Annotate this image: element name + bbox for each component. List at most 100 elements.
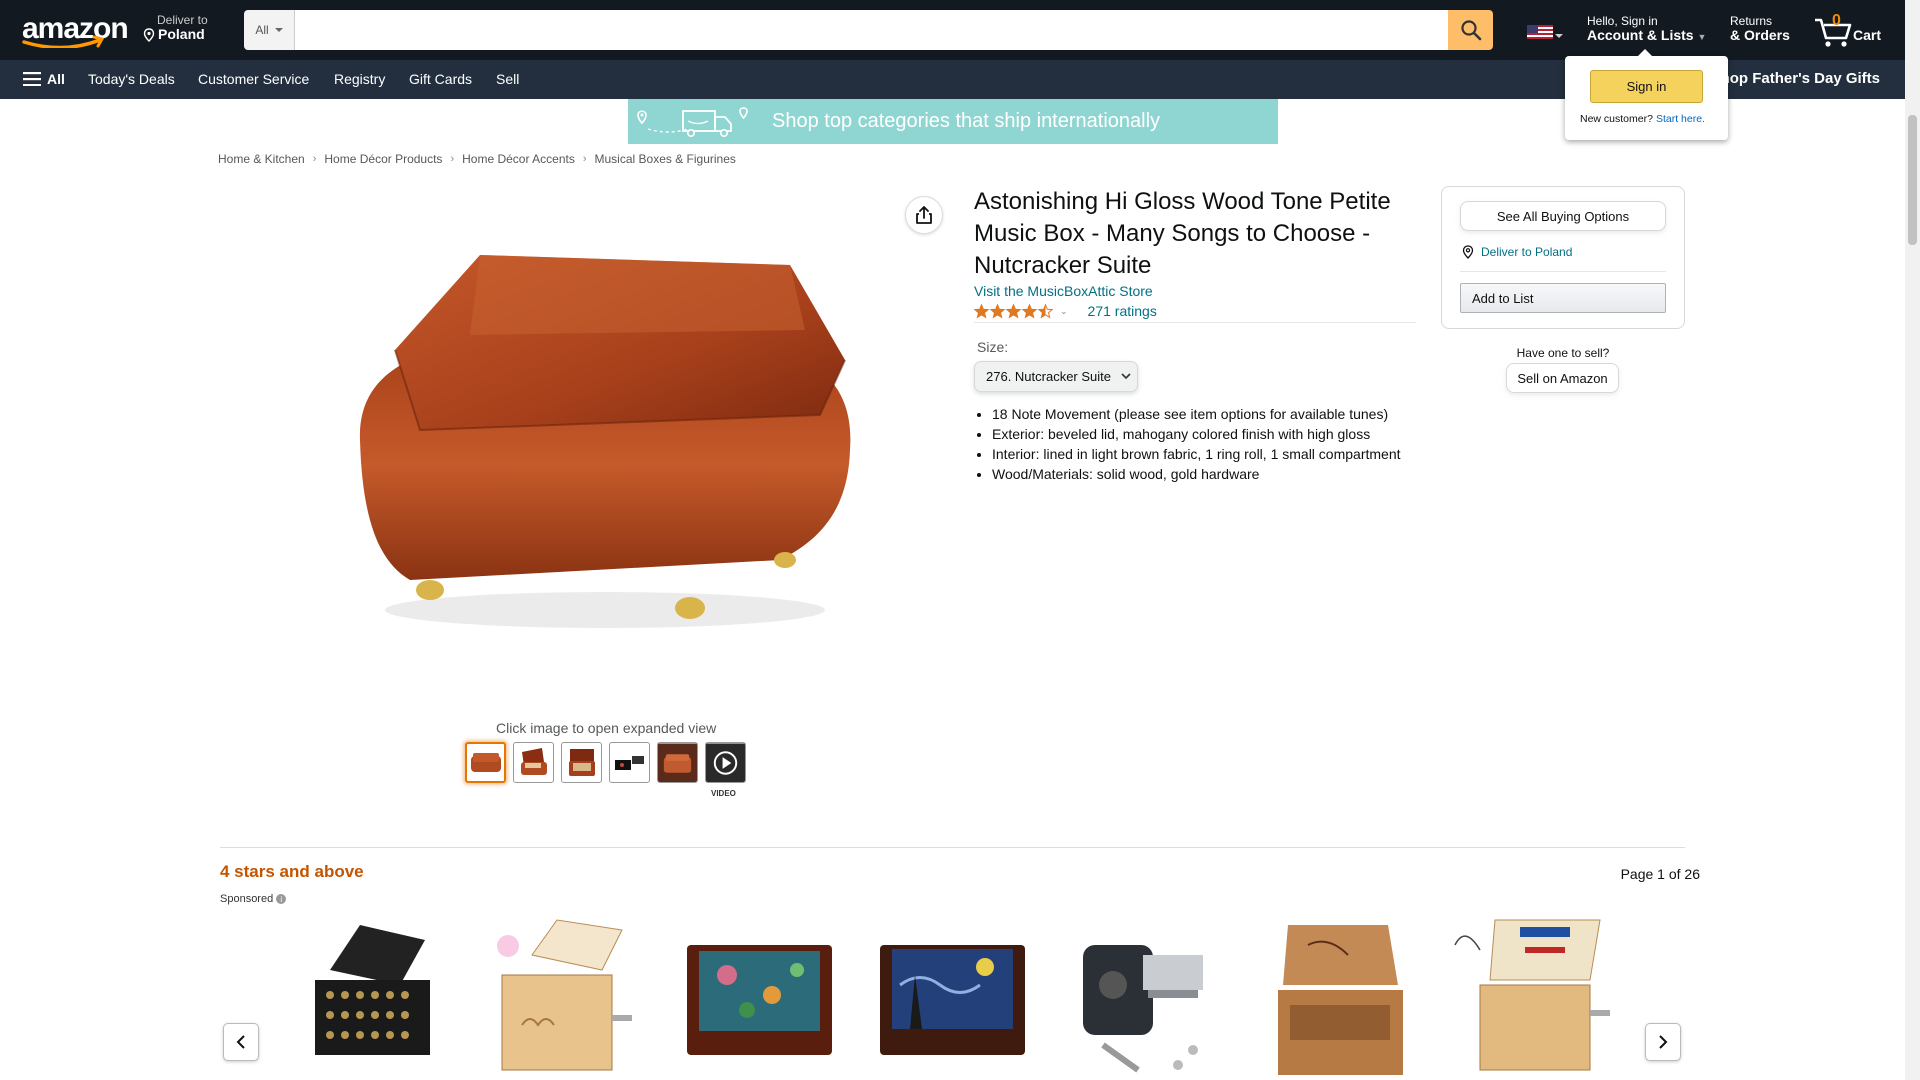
- carousel-next-button[interactable]: [1645, 1023, 1681, 1061]
- share-button[interactable]: [905, 196, 943, 234]
- cart-count: 0: [1832, 12, 1841, 29]
- thumbnail-2[interactable]: [513, 742, 554, 783]
- top-nav: amazon Deliver to Poland All Hello, Sign…: [0, 0, 1905, 60]
- delivery-truck-icon: [637, 107, 748, 137]
- deliver-country: Poland: [158, 26, 205, 43]
- add-to-list-button[interactable]: Add to List: [1460, 283, 1666, 313]
- carousel-prev-button[interactable]: [223, 1023, 259, 1061]
- signin-button[interactable]: Sign in: [1590, 70, 1703, 103]
- deliver-to-link[interactable]: Deliver to Poland: [1462, 245, 1572, 259]
- chevron-down-icon: ▼: [1697, 32, 1707, 43]
- orders-label: & Orders: [1730, 27, 1790, 44]
- chevron-right-icon: [1659, 1035, 1668, 1049]
- search-department-select[interactable]: All: [244, 10, 295, 50]
- thumbnail-video[interactable]: [705, 742, 746, 783]
- thumbnail-3[interactable]: [561, 742, 602, 783]
- carousel-item-wife-music-box[interactable]: [482, 915, 647, 1080]
- chevron-down-icon: [1121, 373, 1131, 380]
- deliver-to-text: Deliver to Poland: [1481, 245, 1573, 259]
- search-submit-button[interactable]: [1448, 10, 1493, 50]
- nav-todays-deals[interactable]: Today's Deals: [88, 71, 175, 87]
- feature-bullets: 18 Note Movement (please see item option…: [992, 404, 1432, 484]
- carousel-item-music-movement[interactable]: [1063, 915, 1228, 1080]
- video-play-icon: [706, 743, 745, 782]
- sponsored-label: Sponsored i: [220, 893, 287, 905]
- thumbnail-1[interactable]: [465, 742, 506, 783]
- chevron-right-icon: ›: [312, 153, 317, 165]
- have-one-to-sell: Have one to sell?: [1516, 346, 1610, 360]
- thumbnail-strip: [465, 742, 746, 783]
- breadcrumb-link[interactable]: Home & Kitchen: [218, 152, 305, 166]
- hamburger-icon: [23, 72, 41, 86]
- start-here-link[interactable]: Start here.: [1656, 113, 1705, 125]
- cart-button[interactable]: 0 Cart: [1813, 10, 1893, 50]
- feature-bullet: Wood/Materials: solid wood, gold hardwar…: [992, 464, 1432, 484]
- cart-label: Cart: [1853, 27, 1882, 43]
- sell-on-amazon-button[interactable]: Sell on Amazon: [1506, 363, 1619, 393]
- carousel-page-indicator: Page 1 of 26: [1620, 866, 1700, 882]
- size-select[interactable]: 276. Nutcracker Suite: [974, 361, 1138, 392]
- international-shipping-banner[interactable]: Shop top categories that ship internatio…: [628, 99, 1278, 144]
- music-box-detail-thumbnail-icon: [614, 755, 644, 770]
- video-label: VIDEO: [711, 789, 736, 798]
- nav-gift-cards[interactable]: Gift Cards: [409, 71, 472, 87]
- chevron-down-icon: [274, 28, 283, 32]
- breadcrumb-link[interactable]: Home Décor Products: [324, 152, 442, 166]
- scrollbar-thumb[interactable]: [1908, 115, 1917, 245]
- chevron-right-icon: ›: [582, 153, 587, 165]
- page-scrollbar[interactable]: [1905, 0, 1920, 1080]
- deliver-to[interactable]: Deliver to Poland: [142, 13, 208, 43]
- star-rating-icon[interactable]: [974, 303, 1054, 319]
- share-icon: [916, 206, 932, 224]
- carousel-item-let-it-go-box[interactable]: [1258, 915, 1423, 1080]
- returns-and-orders[interactable]: Returns & Orders: [1730, 14, 1790, 44]
- product-main-image[interactable]: [350, 240, 860, 660]
- nav-registry[interactable]: Registry: [334, 71, 385, 87]
- account-and-lists[interactable]: Hello, Sign in Account & Lists ▼: [1587, 14, 1707, 44]
- chevron-left-icon: [236, 1035, 245, 1049]
- breadcrumb-link[interactable]: Home Décor Accents: [462, 152, 575, 166]
- product-title: Astonishing Hi Gloss Wood Tone Petite Mu…: [974, 188, 1391, 279]
- info-icon[interactable]: i: [276, 894, 287, 904]
- size-label: Size:: [977, 339, 1009, 355]
- logo-smile-icon: [22, 35, 105, 48]
- breadcrumb: Home & Kitchen › Home Décor Products › H…: [218, 152, 736, 166]
- open-music-box-thumbnail-icon: [520, 747, 547, 775]
- nav-sell[interactable]: Sell: [496, 71, 519, 87]
- feature-bullet: 18 Note Movement (please see item option…: [992, 404, 1432, 424]
- breadcrumb-link[interactable]: Musical Boxes & Figurines: [595, 152, 736, 166]
- new-customer-text: New customer? Start here.: [1580, 113, 1705, 125]
- carousel-item-to-my-wife-box[interactable]: [1450, 915, 1615, 1080]
- carousel-item-black-music-box[interactable]: [290, 915, 455, 1080]
- banner-text: Shop top categories that ship internatio…: [772, 110, 1161, 132]
- signin-flyout: Sign in New customer? Start here.: [1565, 49, 1728, 140]
- nav-fathers-day-promo[interactable]: Shop Father's Day Gifts: [1711, 70, 1880, 87]
- chevron-down-icon: [1555, 34, 1563, 38]
- ratings-count-link[interactable]: 271 ratings: [1088, 303, 1157, 319]
- amazon-logo[interactable]: amazon: [18, 12, 129, 48]
- store-link[interactable]: Visit the MusicBoxAttic Store: [974, 283, 1153, 299]
- search-icon: [1460, 20, 1481, 41]
- music-box-lifestyle-thumbnail-icon: [658, 743, 697, 782]
- see-all-buying-options-button[interactable]: See All Buying Options: [1460, 201, 1666, 231]
- expand-view-text: Click image to open expanded view: [496, 720, 717, 736]
- divider: [220, 847, 1685, 848]
- location-pin-icon: [143, 28, 155, 42]
- search-input[interactable]: [295, 10, 1448, 50]
- carousel-item-water-lilies-box[interactable]: [677, 915, 842, 1080]
- new-customer-label: New customer?: [1580, 113, 1653, 125]
- nav-customer-service[interactable]: Customer Service: [198, 71, 309, 87]
- buy-box: See All Buying Options Deliver to Poland…: [1441, 186, 1685, 329]
- chevron-down-icon[interactable]: ⌄: [1060, 306, 1068, 317]
- account-label: Account & Lists: [1587, 27, 1694, 44]
- carousel-title: 4 stars and above: [220, 862, 364, 881]
- carousel-item-starry-night-box[interactable]: [870, 915, 1035, 1080]
- us-flag-icon[interactable]: [1527, 25, 1553, 39]
- thumbnail-4[interactable]: [609, 742, 650, 783]
- chevron-right-icon: ›: [450, 153, 455, 165]
- music-box-thumbnail-icon: [470, 752, 501, 772]
- thumbnail-5[interactable]: [657, 742, 698, 783]
- open-music-box-thumbnail-icon: [568, 748, 595, 776]
- divider: [974, 322, 1416, 323]
- all-menu-button[interactable]: All: [23, 71, 65, 87]
